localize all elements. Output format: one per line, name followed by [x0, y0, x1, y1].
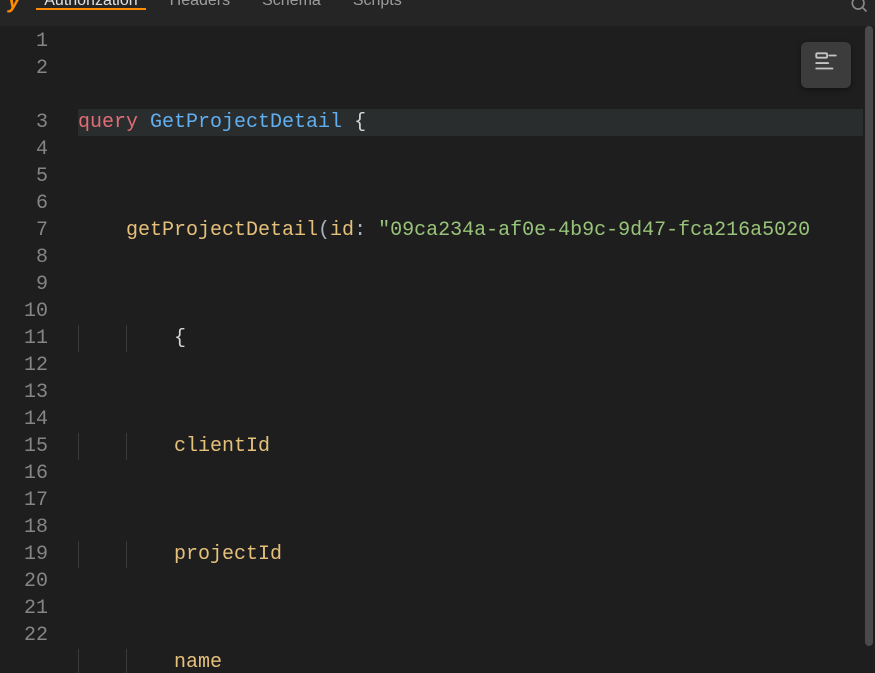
code-line[interactable]: name	[78, 649, 875, 673]
code-line[interactable]: {	[78, 325, 875, 352]
line-number: 2	[0, 55, 48, 82]
tab-scripts[interactable]: Scripts	[337, 0, 418, 14]
tab-label: Headers	[170, 0, 230, 10]
paren-token: (	[318, 217, 330, 244]
line-number: 18	[0, 514, 48, 541]
line-number: 22	[0, 622, 48, 649]
string-token: "09ca234a-af0e-4b9c-9d47-fca216a5020	[378, 217, 810, 244]
line-number: 21	[0, 595, 48, 622]
brace-token: {	[354, 109, 366, 136]
format-code-button[interactable]	[801, 42, 851, 88]
line-number: 10	[0, 298, 48, 325]
code-line[interactable]: query GetProjectDetail {	[78, 109, 875, 136]
line-number: 8	[0, 244, 48, 271]
arg-name-token: id	[330, 217, 354, 244]
code-line[interactable]: getProjectDetail(id: "09ca234a-af0e-4b9c…	[78, 217, 875, 244]
line-number: 3	[0, 109, 48, 136]
line-number: 15	[0, 433, 48, 460]
resolver-token: getProjectDetail	[126, 217, 318, 244]
tab-label: Scripts	[353, 0, 402, 10]
app-root: y Authorization Headers Schema Scripts 1…	[0, 0, 875, 673]
scrollbar-thumb[interactable]	[865, 26, 873, 646]
tab-prefix-glyph: y	[8, 0, 28, 14]
format-code-icon	[813, 49, 839, 82]
search-icon[interactable]	[849, 0, 869, 19]
code-editor[interactable]: 1 2 3 4 5 6 7 8 9 10 11 12 13 14 15 16 1…	[0, 26, 875, 673]
code-content[interactable]: query GetProjectDetail { getProjectDetai…	[62, 26, 875, 673]
line-number: 6	[0, 190, 48, 217]
tab-schema[interactable]: Schema	[246, 0, 337, 14]
field-token: projectId	[174, 541, 282, 568]
line-number	[0, 82, 48, 109]
line-number: 11	[0, 325, 48, 352]
line-number: 20	[0, 568, 48, 595]
operation-name-token: GetProjectDetail	[150, 109, 342, 136]
line-number: 13	[0, 379, 48, 406]
field-token: clientId	[174, 433, 270, 460]
code-line[interactable]: clientId	[78, 433, 875, 460]
line-number: 14	[0, 406, 48, 433]
line-number: 9	[0, 271, 48, 298]
line-number: 4	[0, 136, 48, 163]
line-number: 12	[0, 352, 48, 379]
line-number: 7	[0, 217, 48, 244]
line-number: 19	[0, 541, 48, 568]
tab-label: Authorization	[44, 0, 137, 10]
tab-headers[interactable]: Headers	[154, 0, 246, 14]
line-number: 5	[0, 163, 48, 190]
line-number: 16	[0, 460, 48, 487]
tab-authorization[interactable]: Authorization	[28, 0, 153, 14]
brace-token: {	[174, 325, 186, 352]
vertical-scrollbar[interactable]	[863, 26, 875, 673]
tab-label: Schema	[262, 0, 321, 10]
field-token: name	[174, 649, 222, 673]
keyword-token: query	[78, 109, 138, 136]
colon-token: :	[354, 217, 366, 244]
line-number-gutter: 1 2 3 4 5 6 7 8 9 10 11 12 13 14 15 16 1…	[0, 26, 62, 673]
tab-bar: y Authorization Headers Schema Scripts	[0, 0, 875, 26]
line-number: 17	[0, 487, 48, 514]
line-number: 1	[0, 28, 48, 55]
code-line[interactable]: projectId	[78, 541, 875, 568]
